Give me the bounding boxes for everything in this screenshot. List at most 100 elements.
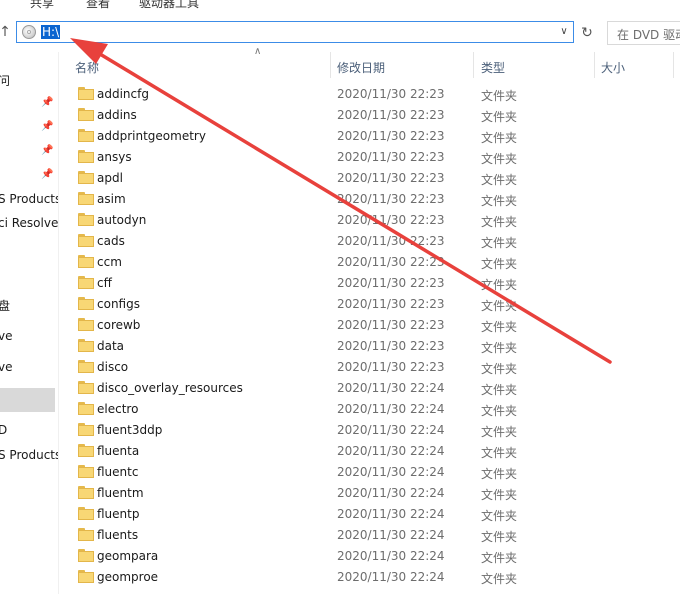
nav-item-products-2[interactable]: S Products <box>0 448 58 462</box>
file-type: 文件夹 <box>481 215 518 229</box>
table-row[interactable]: fluents 2020/11/30 22:24 文件夹 <box>58 525 680 546</box>
nav-item-quick-access[interactable]: 问 <box>0 72 10 89</box>
nav-item-drive-4[interactable]: D <box>0 423 7 437</box>
pin-icon[interactable]: 📌 <box>41 121 53 133</box>
file-date: 2020/11/30 22:23 <box>337 339 445 353</box>
file-name: fluents <box>97 528 139 542</box>
file-name: electro <box>97 402 139 416</box>
table-row[interactable]: configs 2020/11/30 22:23 文件夹 <box>58 294 680 315</box>
file-type: 文件夹 <box>481 299 518 313</box>
table-row[interactable]: fluentp 2020/11/30 22:24 文件夹 <box>58 504 680 525</box>
search-input[interactable]: 在 DVD 驱动 <box>607 21 680 45</box>
file-date: 2020/11/30 22:23 <box>337 360 445 374</box>
file-list: addincfg 2020/11/30 22:23 文件夹 addins 2020/11… <box>58 84 680 594</box>
column-size[interactable]: 大小 <box>601 59 625 76</box>
file-name: autodyn <box>97 213 147 227</box>
file-type: 文件夹 <box>481 320 518 334</box>
file-name: addincfg <box>97 87 149 101</box>
column-separator[interactable] <box>673 52 674 78</box>
file-name: geomproe <box>97 570 159 584</box>
pin-icon[interactable]: 📌 <box>41 97 53 109</box>
file-name: corewb <box>97 318 141 332</box>
file-name: ccm <box>97 255 122 269</box>
file-type: 文件夹 <box>481 425 518 439</box>
folder-icon <box>78 318 94 331</box>
file-type: 文件夹 <box>481 236 518 250</box>
nav-pane: 问 📌 📌 📌 📌 S Products ci Resolve 盘 ve ve … <box>0 52 59 594</box>
table-row[interactable]: data 2020/11/30 22:23 文件夹 <box>58 336 680 357</box>
address-bar[interactable]: H:\ ∨ <box>16 21 574 43</box>
nav-item-resolve[interactable]: ci Resolve <box>0 216 58 230</box>
file-date: 2020/11/30 22:23 <box>337 276 445 290</box>
file-type: 文件夹 <box>481 383 518 397</box>
tab-share[interactable]: 共享 <box>30 0 54 11</box>
table-row[interactable]: autodyn 2020/11/30 22:23 文件夹 <box>58 210 680 231</box>
file-date: 2020/11/30 22:23 <box>337 129 445 143</box>
up-arrow-icon[interactable]: ↑ <box>0 24 12 40</box>
file-date: 2020/11/30 22:23 <box>337 213 445 227</box>
nav-selected-highlight <box>0 388 55 412</box>
column-separator[interactable] <box>594 52 595 78</box>
folder-icon <box>78 129 94 142</box>
folder-icon <box>78 423 94 436</box>
folder-icon <box>78 192 94 205</box>
file-date: 2020/11/30 22:24 <box>337 570 445 584</box>
nav-item-drive-1[interactable]: 盘 <box>0 297 10 314</box>
nav-item-drive-3[interactable]: ve <box>0 360 12 374</box>
table-row[interactable]: geomproe 2020/11/30 22:24 文件夹 <box>58 567 680 588</box>
table-row[interactable]: cads 2020/11/30 22:23 文件夹 <box>58 231 680 252</box>
pin-icon[interactable]: 📌 <box>41 169 53 181</box>
file-date: 2020/11/30 22:23 <box>337 318 445 332</box>
tab-view[interactable]: 查看 <box>86 0 110 11</box>
folder-icon <box>78 297 94 310</box>
tab-drive-tools[interactable]: 驱动器工具 <box>139 0 199 11</box>
file-type: 文件夹 <box>481 257 518 271</box>
table-row[interactable]: fluent3ddp 2020/11/30 22:24 文件夹 <box>58 420 680 441</box>
refresh-icon[interactable]: ↻ <box>578 24 596 42</box>
table-row[interactable]: addincfg 2020/11/30 22:23 文件夹 <box>58 84 680 105</box>
chevron-down-icon[interactable]: ∨ <box>558 26 570 38</box>
table-row[interactable]: fluentc 2020/11/30 22:24 文件夹 <box>58 462 680 483</box>
table-row[interactable]: ansys 2020/11/30 22:23 文件夹 <box>58 147 680 168</box>
column-date[interactable]: 修改日期 <box>337 59 385 76</box>
ribbon-tabs: 共享 查看 驱动器工具 <box>0 0 680 12</box>
search-placeholder: 在 DVD 驱动 <box>617 28 680 42</box>
table-row[interactable]: electro 2020/11/30 22:24 文件夹 <box>58 399 680 420</box>
nav-item-products[interactable]: S Products <box>0 192 58 206</box>
table-row[interactable]: asim 2020/11/30 22:23 文件夹 <box>58 189 680 210</box>
table-row[interactable]: fluenta 2020/11/30 22:24 文件夹 <box>58 441 680 462</box>
dvd-drive-icon <box>22 25 36 39</box>
column-type[interactable]: 类型 <box>481 59 505 76</box>
column-separator[interactable] <box>330 52 331 78</box>
file-name: fluentp <box>97 507 140 521</box>
file-name: cads <box>97 234 125 248</box>
address-path[interactable]: H:\ <box>41 25 61 39</box>
table-row[interactable]: geompara 2020/11/30 22:24 文件夹 <box>58 546 680 567</box>
file-type: 文件夹 <box>481 278 518 292</box>
file-type: 文件夹 <box>481 488 518 502</box>
column-separator[interactable] <box>473 52 474 78</box>
file-type: 文件夹 <box>481 362 518 376</box>
file-type: 文件夹 <box>481 131 518 145</box>
table-row[interactable]: cff 2020/11/30 22:23 文件夹 <box>58 273 680 294</box>
nav-item-drive-2[interactable]: ve <box>0 329 12 343</box>
file-date: 2020/11/30 22:23 <box>337 297 445 311</box>
file-name: apdl <box>97 171 123 185</box>
folder-icon <box>78 549 94 562</box>
file-name: asim <box>97 192 126 206</box>
table-row[interactable]: apdl 2020/11/30 22:23 文件夹 <box>58 168 680 189</box>
table-row[interactable]: addprintgeometry 2020/11/30 22:23 文件夹 <box>58 126 680 147</box>
table-row[interactable]: disco 2020/11/30 22:23 文件夹 <box>58 357 680 378</box>
folder-icon <box>78 108 94 121</box>
table-row[interactable]: addins 2020/11/30 22:23 文件夹 <box>58 105 680 126</box>
table-row[interactable]: ccm 2020/11/30 22:23 文件夹 <box>58 252 680 273</box>
file-date: 2020/11/30 22:23 <box>337 87 445 101</box>
table-row[interactable]: fluentm 2020/11/30 22:24 文件夹 <box>58 483 680 504</box>
file-type: 文件夹 <box>481 404 518 418</box>
table-row[interactable]: disco_overlay_resources 2020/11/30 22:24 文… <box>58 378 680 399</box>
file-name: addins <box>97 108 137 122</box>
column-name[interactable]: 名称 <box>75 59 99 76</box>
file-type: 文件夹 <box>481 110 518 124</box>
table-row[interactable]: corewb 2020/11/30 22:23 文件夹 <box>58 315 680 336</box>
pin-icon[interactable]: 📌 <box>41 145 53 157</box>
